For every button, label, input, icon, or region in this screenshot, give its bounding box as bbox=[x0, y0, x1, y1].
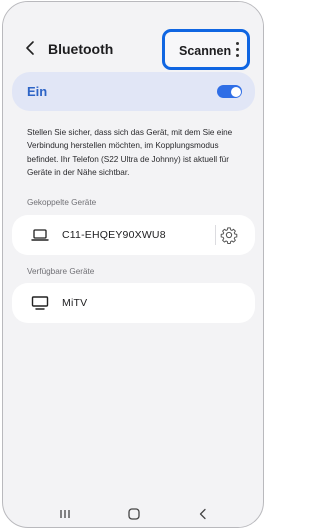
bluetooth-toggle-row[interactable]: Ein bbox=[12, 72, 255, 111]
system-nav-bar bbox=[3, 497, 263, 527]
visibility-description: Stellen Sie sicher, dass sich das Gerät,… bbox=[27, 128, 233, 177]
home-icon[interactable] bbox=[127, 507, 141, 521]
available-devices-heading: Verfügbare Geräte bbox=[27, 267, 95, 276]
paired-device-row[interactable]: C11-EHQEY90XWU8 bbox=[12, 215, 255, 255]
gear-icon[interactable] bbox=[220, 226, 238, 244]
app-bar: Bluetooth Scannen bbox=[3, 2, 263, 70]
back-arrow-icon[interactable] bbox=[21, 38, 41, 58]
available-device-row[interactable]: MiTV bbox=[12, 283, 255, 323]
paired-device-name: C11-EHQEY90XWU8 bbox=[62, 229, 166, 241]
laptop-icon bbox=[31, 228, 49, 242]
switch-knob bbox=[230, 86, 241, 97]
scan-button[interactable]: Scannen bbox=[179, 44, 231, 58]
available-device-name: MiTV bbox=[62, 297, 88, 309]
row-divider bbox=[215, 225, 216, 245]
paired-devices-heading: Gekoppelte Geräte bbox=[27, 198, 97, 207]
scan-highlight-box: Scannen bbox=[162, 29, 250, 70]
back-nav-icon[interactable] bbox=[196, 507, 210, 521]
recents-icon[interactable] bbox=[58, 507, 72, 521]
toggle-label: Ein bbox=[27, 84, 48, 99]
monitor-icon bbox=[31, 296, 49, 310]
more-options-icon[interactable] bbox=[234, 42, 240, 58]
phone-frame: Bluetooth Scannen Ein Stellen Sie sicher… bbox=[2, 1, 264, 528]
bluetooth-switch[interactable] bbox=[217, 85, 242, 98]
page-title: Bluetooth bbox=[48, 41, 114, 57]
